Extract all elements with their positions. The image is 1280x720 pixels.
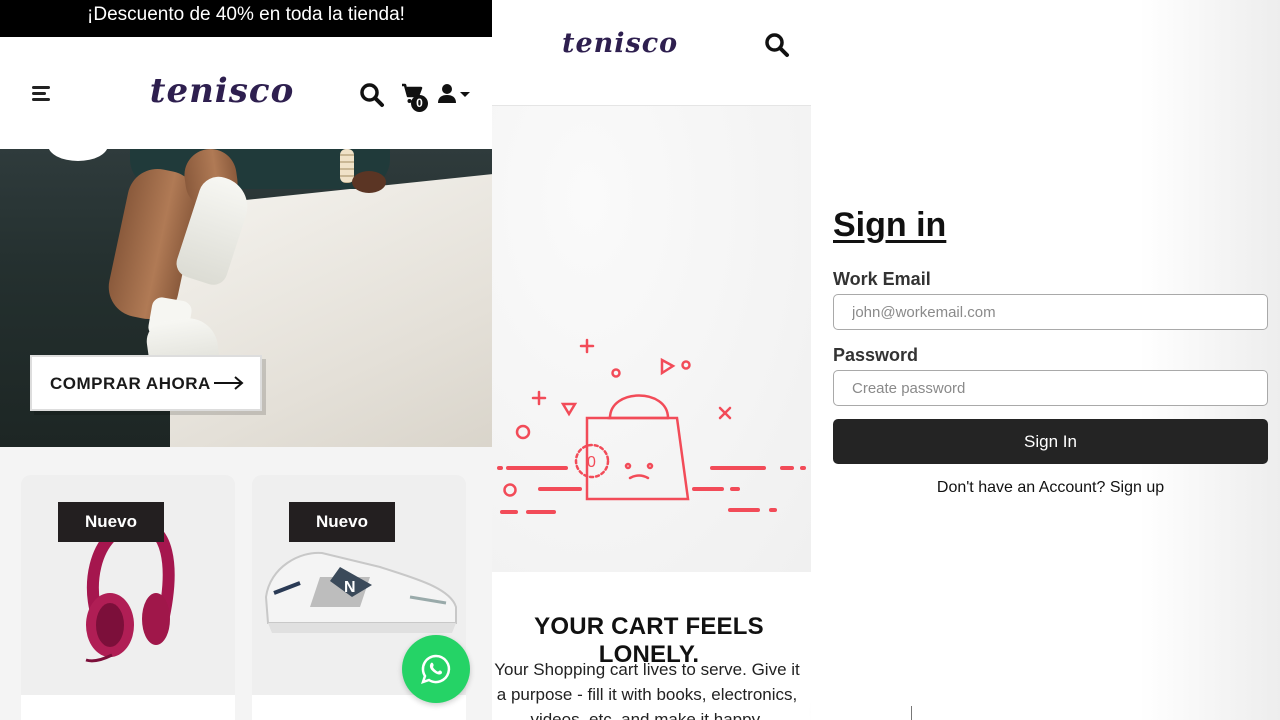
search-icon[interactable] bbox=[359, 82, 385, 113]
svg-text:0: 0 bbox=[587, 454, 596, 471]
user-icon[interactable] bbox=[438, 83, 474, 110]
store-logo[interactable]: tenisco bbox=[140, 71, 304, 111]
email-label: Work Email bbox=[833, 269, 931, 289]
sign-in-button[interactable]: Sign In bbox=[833, 419, 1268, 464]
arrow-right-icon bbox=[214, 376, 244, 390]
hero-banner: COMPRAR AHORA bbox=[0, 149, 492, 447]
product-card[interactable]: Nuevo bbox=[21, 475, 235, 720]
sign-in-panel: Sign in Work Email Password Sign In Don'… bbox=[811, 0, 1280, 720]
whatsapp-button[interactable] bbox=[402, 635, 470, 703]
new-badge: Nuevo bbox=[289, 502, 395, 542]
new-badge: Nuevo bbox=[58, 502, 164, 542]
whatsapp-icon bbox=[421, 654, 451, 684]
shop-now-button[interactable]: COMPRAR AHORA bbox=[30, 355, 262, 411]
promo-banner: ¡Descuento de 40% en toda la tienda! bbox=[0, 0, 492, 37]
panel-divider bbox=[911, 706, 912, 720]
password-label: Password bbox=[833, 345, 919, 365]
hamburger-menu-icon[interactable] bbox=[32, 86, 50, 101]
sign-up-link[interactable]: Don't have an Account? Sign up bbox=[833, 479, 1268, 497]
svg-text:N: N bbox=[344, 579, 356, 596]
empty-cart-illustration: 0 bbox=[492, 106, 811, 572]
search-icon[interactable] bbox=[764, 32, 790, 63]
shopping-bag-icon: 0 bbox=[497, 338, 806, 514]
cart-topbar: tenisco bbox=[492, 0, 811, 106]
cart-count-badge: 0 bbox=[411, 95, 428, 112]
password-field[interactable] bbox=[833, 370, 1268, 406]
sign-in-title: Sign in bbox=[833, 206, 947, 244]
shop-now-label: COMPRAR AHORA bbox=[50, 374, 211, 393]
store-navbar: tenisco 0 bbox=[0, 37, 492, 149]
email-field[interactable] bbox=[833, 294, 1268, 330]
store-logo[interactable]: tenisco bbox=[562, 24, 677, 64]
cart-icon[interactable]: 0 bbox=[401, 83, 428, 112]
empty-cart-message: Your Shopping cart lives to serve. Give … bbox=[494, 660, 800, 720]
sneaker-image: N bbox=[264, 551, 457, 633]
store-home-panel: ¡Descuento de 40% en toda la tienda! ten… bbox=[0, 0, 492, 720]
chevron-down-icon bbox=[460, 92, 470, 97]
empty-cart-panel: tenisco 0 YOUR CART FEELS LONELY. Your S… bbox=[492, 0, 811, 720]
